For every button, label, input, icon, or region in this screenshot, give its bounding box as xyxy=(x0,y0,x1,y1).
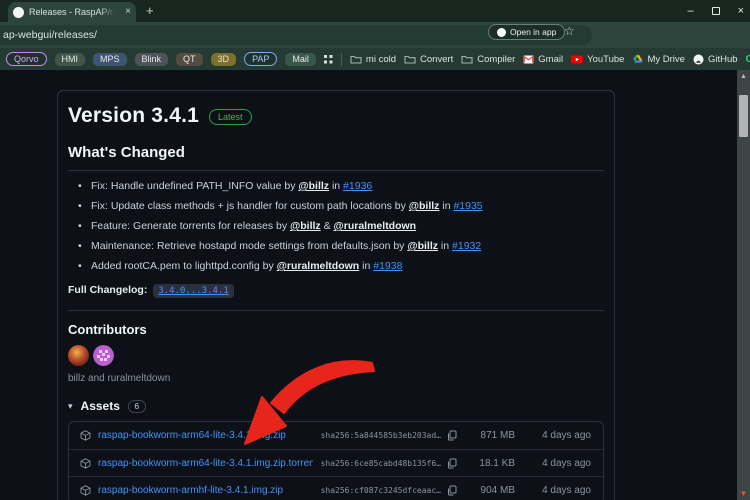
assets-heading: Assets xyxy=(80,399,120,413)
folder-icon xyxy=(350,55,362,64)
tab-group-hmi[interactable]: HMI xyxy=(54,52,86,66)
asset-sha: sha256:6ce85cabd48b135f6… xyxy=(320,458,441,468)
github-icon xyxy=(497,27,506,37)
contributor-names: billz and ruralmeltdown xyxy=(68,373,171,384)
asset-row: raspap-bookworm-armhf-lite-3.4.1.img.zip… xyxy=(69,476,603,500)
package-icon xyxy=(80,484,95,496)
bookmark-folder-mi-cold[interactable]: mi cold xyxy=(350,54,396,65)
tab-title: Releases - RaspAP/raspap-web xyxy=(29,7,115,17)
changelog-item: Feature: Generate torrents for releases … xyxy=(78,220,604,232)
open-in-app-label: Open in app xyxy=(510,27,557,37)
scrollbar-down-icon[interactable]: ▼ xyxy=(737,489,750,498)
release-title: Version 3.4.1 xyxy=(68,104,200,127)
asset-age: 4 days ago xyxy=(542,457,591,469)
asset-age: 4 days ago xyxy=(542,484,591,496)
latest-badge: Latest xyxy=(209,109,252,125)
changelog-item: Fix: Update class methods + js handler f… xyxy=(78,200,604,212)
github-favicon xyxy=(13,6,24,18)
asset-link[interactable]: raspap-bookworm-armhf-lite-3.4.1.img.zip xyxy=(98,485,313,496)
bookmark-star-icon[interactable]: ☆ xyxy=(564,24,575,38)
browser-toolbar: ap-webgui/releases/ Open in app ☆ ⋮ xyxy=(0,22,750,63)
assets-toggle[interactable]: ▾ Assets 6 xyxy=(68,399,604,413)
assets-count-badge: 6 xyxy=(127,399,146,413)
url-text: ap-webgui/releases/ xyxy=(3,29,97,41)
asset-link[interactable]: raspap-bookworm-arm64-lite-3.4.1.img.zip… xyxy=(98,458,313,469)
tab-close-icon[interactable]: × xyxy=(125,7,131,17)
tab-strip: Releases - RaspAP/raspap-web × + – × xyxy=(0,0,750,22)
tab-group-qorvo[interactable]: Qorvo xyxy=(6,52,47,66)
release-footer: Contributors billz and ruralmeltdown ▾ A… xyxy=(68,310,604,500)
caret-down-icon: ▾ xyxy=(68,400,73,411)
folder-icon xyxy=(461,55,473,64)
tab-group-mps[interactable]: MPS xyxy=(93,52,127,66)
full-changelog-label: Full Changelog: xyxy=(68,284,148,296)
window-minimize-button[interactable]: – xyxy=(687,5,693,17)
changelog-item: Added rootCA.pem to lighttpd.config by @… xyxy=(78,260,604,272)
asset-link[interactable]: raspap-bookworm-arm64-lite-3.4.1.img.zip xyxy=(98,430,313,441)
contributor-avatar-billz[interactable] xyxy=(68,345,89,366)
window-close-button[interactable]: × xyxy=(738,5,744,17)
changelog-list: Fix: Handle undefined PATH_INFO value by… xyxy=(68,180,604,272)
drive-icon xyxy=(633,54,644,63)
asset-row: raspap-bookworm-arm64-lite-3.4.1.img.zip… xyxy=(69,449,603,476)
bookmark-github[interactable]: GitHub xyxy=(693,54,738,65)
assembly-icon: C xyxy=(745,53,750,65)
contributor-avatar-ruralmeltdown[interactable] xyxy=(93,345,114,366)
bookmark-assembly[interactable]: C Assembly xyxy=(746,53,750,65)
whats-changed-heading: What's Changed xyxy=(68,144,604,171)
page-content: Version 3.4.1 Latest What's Changed Fix:… xyxy=(0,70,750,500)
browser-tab[interactable]: Releases - RaspAP/raspap-web × xyxy=(8,2,136,22)
bookmark-my-drive[interactable]: My Drive xyxy=(632,54,685,65)
contributors-heading: Contributors xyxy=(68,322,147,337)
tab-group-pap[interactable]: PAP xyxy=(244,52,278,66)
asset-row: raspap-bookworm-arm64-lite-3.4.1.img.zip… xyxy=(69,422,603,449)
open-in-app-button[interactable]: Open in app xyxy=(488,24,566,40)
asset-sha: sha256:5a844585b3eb203ad… xyxy=(320,431,441,440)
tab-group-mail[interactable]: Mail xyxy=(285,52,316,66)
scrollbar-thumb[interactable] xyxy=(739,95,748,137)
window-maximize-button[interactable] xyxy=(711,7,720,15)
new-tab-button[interactable]: + xyxy=(146,3,154,18)
youtube-icon xyxy=(571,55,584,63)
bookmark-gmail[interactable]: Gmail xyxy=(523,54,563,65)
folder-icon xyxy=(404,55,416,64)
bookmark-grid-icon[interactable] xyxy=(323,54,333,64)
changelog-item: Fix: Handle undefined PATH_INFO value by… xyxy=(78,180,604,192)
copy-icon[interactable] xyxy=(441,458,463,469)
package-icon xyxy=(80,457,95,469)
tab-group-blink[interactable]: Blink xyxy=(134,52,169,66)
github-icon xyxy=(693,54,704,64)
gmail-icon xyxy=(523,55,534,63)
changelog-item: Maintenance: Retrieve hostapd mode setti… xyxy=(78,240,604,252)
compare-link[interactable]: 3.4.0...3.4.1 xyxy=(153,284,234,298)
tab-group-3d[interactable]: 3D xyxy=(210,52,237,66)
bookmarks-bar: Qorvo HMI MPS Blink QT 3D PAP Mail mi co… xyxy=(0,48,750,70)
bookmarks-divider xyxy=(340,52,342,66)
copy-icon[interactable] xyxy=(441,430,463,441)
assets-table: raspap-bookworm-arm64-lite-3.4.1.img.zip… xyxy=(68,421,604,500)
asset-size: 904 MB xyxy=(480,484,515,496)
asset-size: 871 MB xyxy=(480,430,515,441)
tab-group-qt[interactable]: QT xyxy=(176,52,203,66)
asset-size: 18.1 KB xyxy=(479,457,515,469)
bookmark-folder-convert[interactable]: Convert xyxy=(404,54,453,65)
scrollbar-up-icon[interactable]: ▲ xyxy=(737,73,750,80)
release-card: Version 3.4.1 Latest What's Changed Fix:… xyxy=(57,90,615,500)
package-icon xyxy=(80,430,95,441)
page-scrollbar[interactable]: ▲ ▼ xyxy=(737,70,750,500)
bookmark-youtube[interactable]: YouTube xyxy=(571,54,624,65)
asset-sha: sha256:cf087c3245dfceaac… xyxy=(320,485,441,495)
bookmark-folder-compiler[interactable]: Compiler xyxy=(461,54,515,65)
asset-age: 4 days ago xyxy=(542,430,591,441)
copy-icon[interactable] xyxy=(441,485,463,496)
